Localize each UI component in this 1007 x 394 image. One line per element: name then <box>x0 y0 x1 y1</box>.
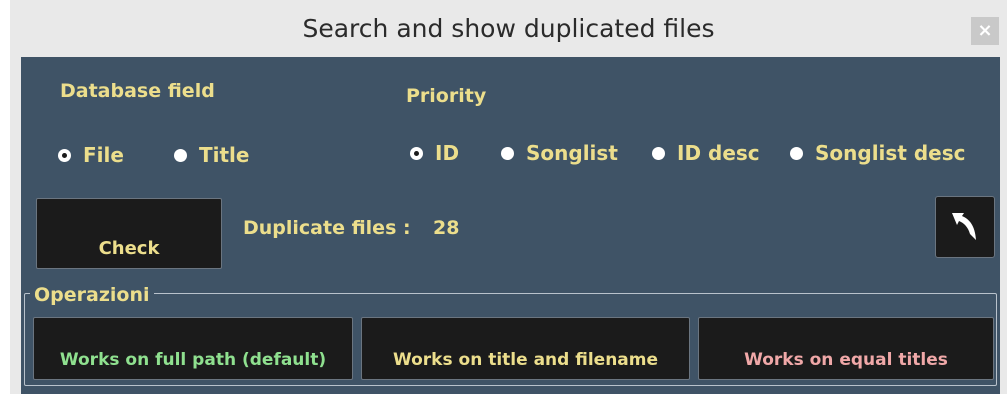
radio-songlist-label: Songlist <box>526 141 618 165</box>
frame-right <box>1000 57 1007 394</box>
dialog-window: Search and show duplicated files × Datab… <box>0 0 1007 394</box>
priority-label: Priority <box>406 85 487 107</box>
window-title: Search and show duplicated files <box>302 14 715 43</box>
works-on-equal-titles-button[interactable]: Works on equal titles <box>698 317 994 380</box>
radio-songlist-desc-label: Songlist desc <box>815 141 966 165</box>
back-arrow-icon <box>952 213 976 240</box>
close-button[interactable]: × <box>971 17 999 45</box>
radio-id-label: ID <box>435 141 460 165</box>
database-field-label: Database field <box>60 80 215 102</box>
title-bar: Search and show duplicated files × <box>10 0 1007 57</box>
radio-id-desc-label: ID desc <box>677 141 760 165</box>
radio-songlist[interactable]: Songlist <box>501 138 618 168</box>
radio-dot-icon <box>58 148 71 162</box>
radio-dot-icon <box>790 146 803 160</box>
duplicate-files-label: Duplicate files : <box>243 217 411 239</box>
duplicate-files-count: 28 <box>433 217 460 239</box>
radio-dot-icon <box>174 148 187 162</box>
radio-file-label: File <box>83 143 124 167</box>
works-on-title-filename-label: Works on title and filename <box>392 349 659 370</box>
radio-title-label: Title <box>199 143 250 167</box>
radio-songlist-desc[interactable]: Songlist desc <box>790 138 965 168</box>
operations-group-title: Operazioni <box>30 284 154 306</box>
works-on-full-path-button[interactable]: Works on full path (default) <box>33 317 353 380</box>
works-on-full-path-label: Works on full path (default) <box>59 349 327 370</box>
radio-title[interactable]: Title <box>174 140 249 170</box>
radio-id[interactable]: ID <box>410 138 459 168</box>
back-button[interactable] <box>935 196 995 258</box>
check-button-label: Check <box>98 238 160 259</box>
radio-dot-icon <box>410 146 423 160</box>
works-on-equal-titles-label: Works on equal titles <box>744 349 948 370</box>
frame-left <box>10 57 21 394</box>
check-button[interactable]: Check <box>36 198 222 269</box>
radio-dot-icon <box>501 146 514 160</box>
radio-file[interactable]: File <box>58 140 124 170</box>
works-on-title-filename-button[interactable]: Works on title and filename <box>361 317 690 380</box>
radio-dot-icon <box>652 146 665 160</box>
radio-id-desc[interactable]: ID desc <box>652 138 760 168</box>
